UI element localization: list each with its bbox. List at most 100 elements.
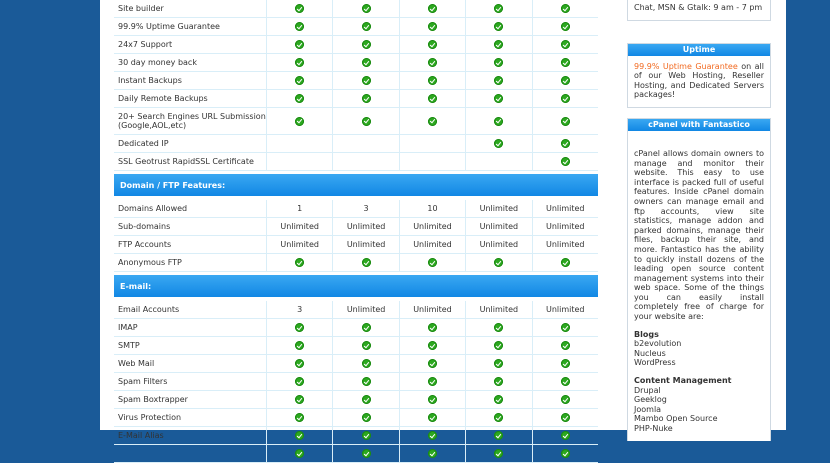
checkmark-icon [295, 22, 305, 31]
plan-cell [266, 445, 332, 462]
plan-cell-value: Unlimited [346, 222, 386, 231]
plan-cell [266, 36, 332, 53]
plan-cell [531, 373, 598, 390]
plan-cell-value: Unlimited [545, 222, 585, 231]
checkmark-icon [427, 76, 437, 85]
plan-cell [531, 72, 598, 89]
plan-cell [332, 445, 398, 462]
checkmark-icon [295, 413, 305, 422]
plan-cell [465, 90, 531, 107]
feature-label: Dedicated IP [118, 139, 169, 148]
checkmark-icon [494, 395, 504, 404]
plan-cell: 3 [266, 301, 332, 318]
plan-cell [398, 18, 465, 35]
plan-cell [332, 18, 398, 35]
plan-cell: Unlimited [398, 218, 465, 235]
checkmark-icon [494, 323, 504, 332]
plan-cell [465, 36, 531, 53]
checkmark-icon [427, 323, 437, 332]
plan-cell [465, 355, 531, 372]
table-row: 24x7 Support [114, 36, 598, 54]
feature-label: SSL Geotrust RapidSSL Certificate [118, 157, 254, 166]
plan-cell [266, 391, 332, 408]
feature-label: Daily Remote Backups [118, 94, 208, 103]
plan-cell-value: 1 [297, 204, 303, 213]
feature-label: Email Accounts [118, 305, 180, 314]
checkmark-icon [494, 341, 504, 350]
plan-cell [266, 0, 332, 17]
checkmark-icon [361, 341, 371, 350]
checkmark-icon [295, 449, 305, 458]
checkmark-icon [361, 449, 371, 458]
plan-cell [332, 90, 398, 107]
checkmark-icon [295, 4, 305, 13]
checkmark-icon [560, 341, 570, 350]
checkmark-icon [427, 449, 437, 458]
plan-cell-value: Unlimited [280, 222, 319, 231]
checkmark-icon [361, 116, 371, 126]
feature-label: 30 day money back [118, 58, 197, 67]
app-group-title: Blogs [634, 329, 659, 339]
section-header-domain-ftp: Domain / FTP Features: [114, 174, 598, 196]
checkmark-icon [560, 359, 570, 368]
table-row: Instant Backups [114, 72, 598, 90]
plan-cell [531, 319, 598, 336]
rows-email: Email Accounts 3 Unlimited Unlimited Unlimit… [114, 301, 598, 463]
uptime-highlight-link[interactable]: 99.9% Uptime Guarantee [634, 62, 738, 71]
checkmark-icon [361, 323, 371, 332]
app-group-item: Drupal [634, 385, 661, 395]
uptime-title: Uptime [628, 43, 770, 56]
plan-cell [465, 0, 531, 17]
plan-cell [398, 337, 465, 354]
checkmark-icon [560, 413, 570, 422]
plan-cell [398, 409, 465, 426]
plan-cell [332, 254, 398, 271]
plan-cell [465, 337, 531, 354]
feature-label: FTP Accounts [118, 240, 172, 249]
plan-cell [531, 337, 598, 354]
checkmark-icon [560, 449, 570, 458]
feature-label: Domains Allowed [118, 204, 188, 213]
plan-cell [465, 135, 531, 152]
plan-cell-value: 3 [297, 305, 303, 314]
checkmark-icon [427, 258, 437, 267]
app-group-title: Content Management [634, 376, 732, 386]
cpanel-title: cPanel with Fantastico [628, 118, 770, 131]
table-row: Sub-domains Unlimited Unlimited Unlimited Un… [114, 218, 598, 236]
checkmark-icon [427, 22, 437, 31]
checkmark-icon [494, 413, 504, 422]
feature-label: Site builder [118, 4, 164, 13]
checkmark-icon [494, 359, 504, 368]
table-row: Dedicated IP [114, 135, 598, 153]
plan-cell [398, 254, 465, 271]
table-row: SMTP [114, 337, 598, 355]
checkmark-icon [560, 157, 570, 166]
checkmark-icon [427, 40, 437, 49]
app-group-item: WordPress [634, 358, 676, 368]
plan-cell: 10 [398, 200, 465, 217]
checkmark-icon [427, 94, 437, 103]
plan-cell [266, 54, 332, 71]
checkmark-icon [494, 58, 504, 67]
table-row: 99.9% Uptime Guarantee [114, 18, 598, 36]
feature-label: 20+ Search Engines URL Submission (Googl… [118, 112, 266, 130]
plan-cell [332, 373, 398, 390]
feature-label: 99.9% Uptime Guarantee [118, 22, 220, 31]
checkmark-icon [427, 359, 437, 368]
checkmark-icon [560, 258, 570, 267]
table-row [114, 445, 598, 463]
table-row: Daily Remote Backups [114, 90, 598, 108]
plan-cell [465, 391, 531, 408]
app-group-item: Geeklog [634, 395, 667, 405]
plan-cell [398, 0, 465, 17]
table-row: Virus Protection [114, 409, 598, 427]
feature-label: Anonymous FTP [118, 258, 182, 267]
plan-cell: Unlimited [266, 236, 332, 253]
plan-cell-value: Unlimited [479, 305, 519, 314]
plan-cell [531, 108, 598, 134]
plan-cell [531, 254, 598, 271]
plan-cell [332, 355, 398, 372]
checkmark-icon [295, 94, 305, 103]
plan-cell [465, 445, 531, 462]
plan-cell [332, 135, 398, 152]
